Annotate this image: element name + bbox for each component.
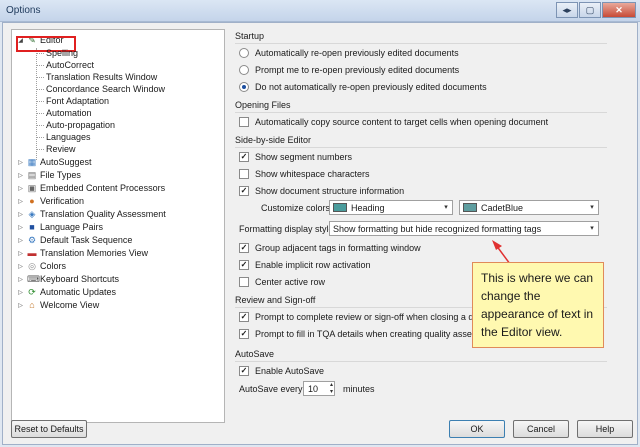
- color-swatch: [463, 203, 477, 212]
- tqa-icon: ◈: [28, 209, 36, 219]
- restore-button[interactable]: ◂▸: [556, 2, 578, 18]
- show-whitespace-checkbox[interactable]: Show whitespace characters: [239, 167, 370, 180]
- cancel-button[interactable]: Cancel: [513, 420, 569, 438]
- implicit-row-checkbox[interactable]: ✓ Enable implicit row activation: [239, 258, 371, 271]
- radio-button[interactable]: [239, 64, 249, 75]
- tree-item-tqa[interactable]: ▷ ◈ Translation Quality Assessment: [16, 208, 166, 220]
- chevron-down-icon: ▾: [590, 204, 594, 211]
- keyboard-icon: ⌨: [27, 274, 40, 284]
- expand-icon[interactable]: ▷: [16, 224, 25, 231]
- tree-item-keyboard-shortcuts[interactable]: ▷ ⌨ Keyboard Shortcuts: [16, 273, 119, 285]
- file-types-icon: ▤: [27, 170, 37, 180]
- autosave-every-label: AutoSave every: [239, 384, 303, 394]
- copy-source-checkbox[interactable]: Automatically copy source content to tar…: [239, 115, 548, 128]
- window-title: Options: [6, 5, 41, 16]
- expand-icon[interactable]: ▷: [16, 198, 25, 205]
- title-bar: Options ◂▸ ▢ ✕: [0, 0, 640, 22]
- verification-icon: ●: [29, 196, 35, 206]
- expand-icon[interactable]: ▷: [16, 250, 25, 257]
- formatting-style-dropdown[interactable]: Show formatting but hide recognized form…: [329, 221, 599, 236]
- tree-item-concordance[interactable]: Concordance Search Window: [36, 83, 165, 95]
- color2-dropdown[interactable]: CadetBlue ▾: [459, 200, 599, 215]
- tree-item-automation[interactable]: Automation: [36, 107, 92, 119]
- home-icon: ⌂: [29, 300, 35, 310]
- close-button[interactable]: ✕: [602, 2, 636, 18]
- expand-icon[interactable]: ▷: [16, 276, 25, 283]
- expand-icon[interactable]: ▷: [16, 237, 25, 244]
- autosuggest-icon: ▦: [27, 157, 37, 167]
- tree-item-font-adaptation[interactable]: Font Adaptation: [36, 95, 109, 107]
- tree-item-spelling[interactable]: Spelling: [36, 47, 78, 59]
- reset-to-defaults-button[interactable]: Reset to Defaults: [11, 420, 87, 438]
- radio-button-selected[interactable]: [239, 81, 249, 92]
- color1-dropdown[interactable]: Heading ▾: [329, 200, 453, 215]
- spin-down-icon[interactable]: ▾: [330, 389, 333, 395]
- ok-button[interactable]: OK: [449, 420, 505, 438]
- spin-up-icon[interactable]: ▴: [330, 382, 333, 388]
- tree-item-tm-view[interactable]: ▷ ▬ Translation Memories View: [16, 247, 148, 259]
- minutes-label: minutes: [343, 384, 375, 394]
- expand-icon[interactable]: ▷: [16, 263, 25, 270]
- show-segment-numbers-checkbox[interactable]: ✓ Show segment numbers: [239, 150, 352, 163]
- center-row-checkbox[interactable]: Center active row: [239, 275, 325, 288]
- maximize-button[interactable]: ▢: [579, 2, 601, 18]
- window-controls: ◂▸ ▢ ✕: [556, 2, 636, 18]
- tree-item-languages[interactable]: Languages: [36, 131, 91, 143]
- color-swatch: [333, 203, 347, 212]
- startup-option-no-reopen[interactable]: Do not automatically re-open previously …: [239, 80, 487, 93]
- autosave-heading: AutoSave: [235, 349, 607, 362]
- chevron-down-icon: ▾: [444, 204, 448, 211]
- tree-item-translation-results[interactable]: Translation Results Window: [36, 71, 157, 83]
- annotation-callout: This is where we can change the appearan…: [472, 262, 604, 348]
- tree-item-verification[interactable]: ▷ ● Verification: [16, 195, 84, 207]
- tree-item-file-types[interactable]: ▷ ▤ File Types: [16, 169, 81, 181]
- updates-icon: ⟳: [28, 287, 36, 297]
- group-tags-checkbox[interactable]: ✓ Group adjacent tags in formatting windo…: [239, 241, 421, 254]
- colors-icon: ◎: [28, 261, 36, 271]
- task-sequence-icon: ⚙: [27, 235, 37, 245]
- editor-settings-panel: Startup Automatically re-open previously…: [235, 29, 631, 423]
- formatting-style-label: Formatting display style:: [239, 224, 337, 234]
- tree-item-default-task-sequence[interactable]: ▷ ⚙ Default Task Sequence: [16, 234, 132, 246]
- tree-item-autocorrect[interactable]: AutoCorrect: [36, 59, 94, 71]
- tree-item-auto-propagation[interactable]: Auto-propagation: [36, 119, 115, 131]
- expand-icon[interactable]: ▷: [16, 289, 25, 296]
- embedded-content-icon: ▣: [27, 183, 37, 193]
- show-structure-checkbox[interactable]: ✓ Show document structure information: [239, 184, 404, 197]
- tree-item-language-pairs[interactable]: ▷ ■ Language Pairs: [16, 221, 103, 233]
- tree-item-review[interactable]: Review: [36, 143, 76, 155]
- tm-view-icon: ▬: [27, 248, 37, 258]
- options-dialog: ◢ ✎ Editor Spelling AutoCorrect Translat…: [2, 22, 638, 445]
- radio-button[interactable]: [239, 47, 249, 58]
- tree-item-embedded-content[interactable]: ▷ ▣ Embedded Content Processors: [16, 182, 165, 194]
- startup-heading: Startup: [235, 31, 607, 44]
- expand-icon[interactable]: ▷: [16, 211, 25, 218]
- language-pairs-icon: ■: [29, 222, 35, 232]
- enable-autosave-checkbox[interactable]: ✓ Enable AutoSave: [239, 364, 324, 377]
- tree-item-autosuggest[interactable]: ▷ ▦ AutoSuggest: [16, 156, 91, 168]
- tree-item-automatic-updates[interactable]: ▷ ⟳ Automatic Updates: [16, 286, 116, 298]
- chevron-down-icon: ▾: [590, 225, 594, 232]
- customize-colors-label: Customize colors:: [261, 203, 333, 213]
- startup-option-reopen[interactable]: Automatically re-open previously edited …: [239, 46, 459, 59]
- side-by-side-heading: Side-by-side Editor: [235, 135, 607, 148]
- help-button[interactable]: Help: [577, 420, 633, 438]
- expand-icon[interactable]: ▷: [16, 302, 25, 309]
- expand-icon[interactable]: ▷: [16, 159, 25, 166]
- autosave-interval-spinner[interactable]: 10 ▴ ▾: [303, 381, 335, 396]
- prompt-review-checkbox[interactable]: ✓ Prompt to complete review or sign-off w…: [239, 310, 508, 323]
- expand-icon[interactable]: ▷: [16, 172, 25, 179]
- tree-item-welcome-view[interactable]: ▷ ⌂ Welcome View: [16, 299, 99, 311]
- startup-option-prompt[interactable]: Prompt me to re-open previously edited d…: [239, 63, 459, 76]
- tree-item-colors[interactable]: ▷ ◎ Colors: [16, 260, 66, 272]
- expand-icon[interactable]: ▷: [16, 185, 25, 192]
- opening-files-heading: Opening Files: [235, 100, 607, 113]
- options-tree: ◢ ✎ Editor Spelling AutoCorrect Translat…: [11, 29, 225, 423]
